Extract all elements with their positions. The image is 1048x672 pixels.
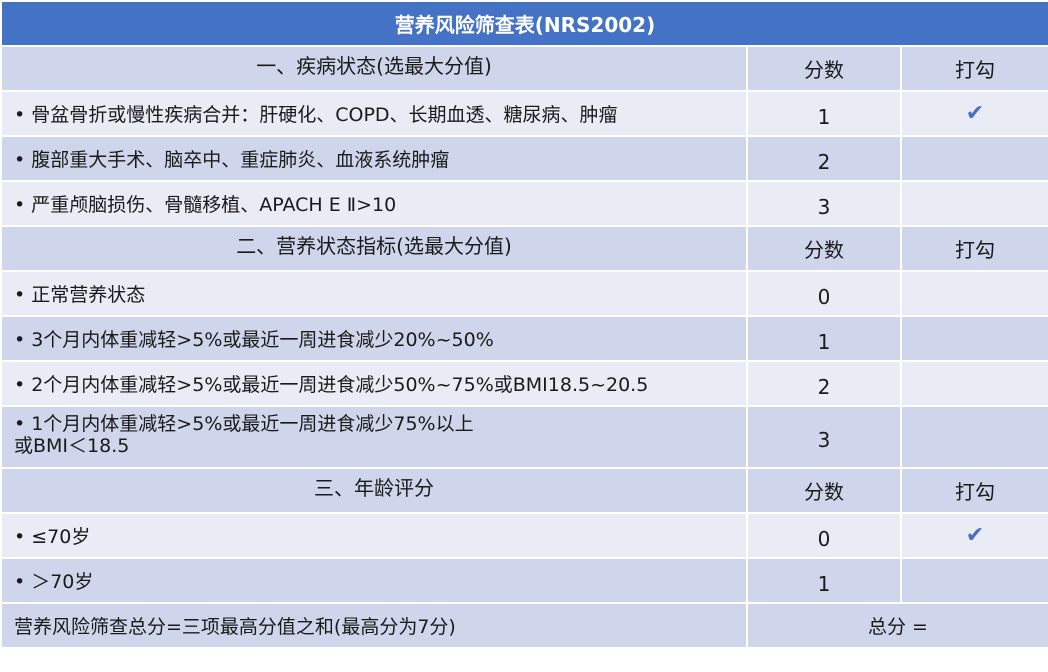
item-text: 1个月内体重减轻>5%或最近一周进食减少75%以上	[31, 413, 474, 435]
item-text: 正常营养状态	[31, 284, 146, 306]
item-score: 1	[746, 90, 902, 137]
check-header: 打勾	[900, 467, 1048, 514]
table-row: • 正常营养状态 0	[0, 270, 1048, 317]
item-text: ≤70岁	[31, 526, 91, 548]
check-cell[interactable]	[900, 360, 1048, 407]
table-title: 营养风险筛查表(NRS2002)	[0, 0, 1048, 47]
bullet: •	[14, 194, 26, 216]
section-header: 三、年龄评分 分数 打勾	[0, 467, 1048, 514]
table-row: • 严重颅脑损伤、骨髓移植、APACH E Ⅱ>10 3	[0, 180, 1048, 227]
checkmark-icon: ✔	[965, 523, 985, 548]
table-row: • 1个月内体重减轻>5%或最近一周进食减少75%以上 或BMI＜18.5 3	[0, 405, 1048, 469]
item-score: 0	[746, 512, 902, 559]
table-row: • ＞70岁 1	[0, 557, 1048, 604]
check-header: 打勾	[900, 225, 1048, 272]
section-heading: 三、年龄评分	[0, 467, 748, 514]
item-score: 3	[746, 405, 902, 469]
table-row: • 2个月内体重减轻>5%或最近一周进食减少50%~75%或BMI18.5~20.…	[0, 360, 1048, 407]
item-score: 2	[746, 360, 902, 407]
item-text: 3个月内体重减轻>5%或最近一周进食减少20%~50%	[31, 329, 494, 351]
table-row: • 骨盆骨折或慢性疾病合并：肝硬化、COPD、长期血透、糖尿病、肿瘤 1 ✔	[0, 90, 1048, 137]
title-row: 营养风险筛查表(NRS2002)	[0, 0, 1048, 47]
item-text: 腹部重大手术、脑卒中、重症肺炎、血液系统肿瘤	[31, 149, 450, 171]
total-score-field[interactable]: 总分 =	[746, 602, 1048, 649]
section-header: 二、营养状态指标(选最大分值) 分数 打勾	[0, 225, 1048, 272]
bullet: •	[14, 104, 26, 126]
bullet: •	[14, 374, 26, 396]
checkmark-icon: ✔	[965, 101, 985, 126]
bullet: •	[14, 329, 26, 351]
table-row: • 腹部重大手术、脑卒中、重症肺炎、血液系统肿瘤 2	[0, 135, 1048, 182]
section-heading: 一、疾病状态(选最大分值)	[0, 45, 748, 92]
score-header: 分数	[746, 45, 902, 92]
check-cell[interactable]: ✔	[900, 90, 1048, 137]
check-cell[interactable]	[900, 405, 1048, 469]
item-score: 1	[746, 315, 902, 362]
nrs2002-table: 营养风险筛查表(NRS2002) 一、疾病状态(选最大分值) 分数 打勾 • 骨盆…	[0, 0, 1048, 649]
table-row: • 3个月内体重减轻>5%或最近一周进食减少20%~50% 1	[0, 315, 1048, 362]
item-text: 严重颅脑损伤、骨髓移植、APACH E Ⅱ>10	[31, 194, 397, 216]
check-cell[interactable]: ✔	[900, 512, 1048, 559]
item-score: 1	[746, 557, 902, 604]
check-header: 打勾	[900, 45, 1048, 92]
score-header: 分数	[746, 467, 902, 514]
item-score: 2	[746, 135, 902, 182]
score-header: 分数	[746, 225, 902, 272]
bullet: •	[14, 284, 26, 306]
item-text: ＞70岁	[31, 571, 94, 593]
item-text: 2个月内体重减轻>5%或最近一周进食减少50%~75%或BMI18.5~20.5	[31, 374, 649, 396]
item-score: 3	[746, 180, 902, 227]
section-heading: 二、营养状态指标(选最大分值)	[0, 225, 748, 272]
table-row: • ≤70岁 0 ✔	[0, 512, 1048, 559]
item-text-line2: 或BMI＜18.5	[14, 435, 130, 457]
check-cell[interactable]	[900, 270, 1048, 317]
bullet: •	[14, 149, 26, 171]
check-cell[interactable]	[900, 315, 1048, 362]
check-cell[interactable]	[900, 557, 1048, 604]
check-cell[interactable]	[900, 180, 1048, 227]
check-cell[interactable]	[900, 135, 1048, 182]
item-score: 0	[746, 270, 902, 317]
item-text: 骨盆骨折或慢性疾病合并：肝硬化、COPD、长期血透、糖尿病、肿瘤	[31, 104, 618, 126]
footer-row: 营养风险筛查总分=三项最高分值之和(最高分为7分) 总分 =	[0, 602, 1048, 649]
bullet: •	[14, 413, 26, 435]
total-formula: 营养风险筛查总分=三项最高分值之和(最高分为7分)	[0, 602, 748, 649]
bullet: •	[14, 571, 26, 593]
section-header: 一、疾病状态(选最大分值) 分数 打勾	[0, 45, 1048, 92]
bullet: •	[14, 526, 26, 548]
